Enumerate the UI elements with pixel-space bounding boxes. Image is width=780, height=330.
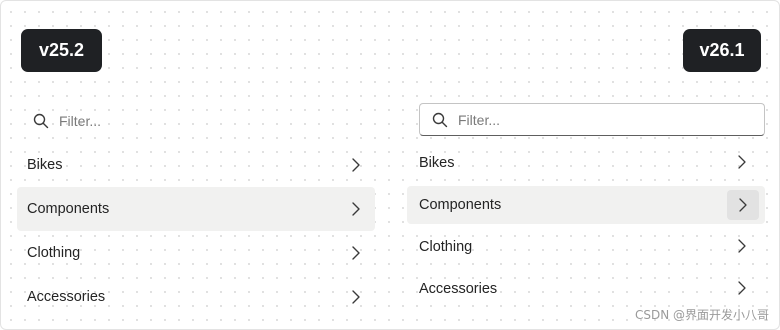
search-icon bbox=[431, 111, 449, 129]
filter-placeholder: Filter... bbox=[59, 113, 102, 129]
nav-item-clothing[interactable]: Clothing bbox=[17, 231, 375, 275]
nav-item-label: Components bbox=[27, 201, 110, 217]
nav-item-bikes[interactable]: Bikes bbox=[407, 144, 765, 182]
nav-item-accessories[interactable]: Accessories bbox=[407, 270, 765, 308]
chevron-right-icon bbox=[347, 200, 365, 218]
filter-placeholder: Filter... bbox=[458, 111, 501, 128]
nav-item-label: Components bbox=[419, 197, 502, 213]
nav-item-label: Bikes bbox=[419, 155, 455, 171]
chevron-right-icon bbox=[347, 244, 365, 262]
nav-item-components[interactable]: Components bbox=[407, 186, 765, 224]
chevron-right-icon bbox=[347, 288, 365, 306]
comparison-canvas: v25.2 v26.1 Filter... Bikes Components C… bbox=[0, 0, 780, 330]
version-badge-new: v26.1 bbox=[683, 29, 761, 72]
nav-item-label: Bikes bbox=[27, 157, 63, 173]
nav-item-accessories[interactable]: Accessories bbox=[17, 275, 375, 319]
watermark: CSDN @界面开发小八哥 bbox=[634, 308, 769, 322]
chevron-right-icon bbox=[733, 153, 751, 171]
search-icon bbox=[32, 112, 50, 130]
nav-item-label: Accessories bbox=[419, 281, 498, 297]
version-badge-old: v25.2 bbox=[21, 29, 102, 72]
nav-item-bikes[interactable]: Bikes bbox=[17, 143, 375, 187]
chevron-right-icon bbox=[733, 279, 751, 297]
nav-item-clothing[interactable]: Clothing bbox=[407, 228, 765, 266]
filter-input-new[interactable]: Filter... bbox=[419, 103, 765, 136]
chevron-right-icon bbox=[733, 237, 751, 255]
nav-item-label: Clothing bbox=[419, 239, 473, 255]
chevron-right-icon bbox=[347, 156, 365, 174]
nav-item-label: Clothing bbox=[27, 245, 81, 261]
filter-input-old[interactable]: Filter... bbox=[17, 99, 375, 143]
chevron-right-icon[interactable] bbox=[727, 190, 759, 220]
nav-item-components[interactable]: Components bbox=[17, 187, 375, 231]
nav-item-label: Accessories bbox=[27, 289, 106, 305]
